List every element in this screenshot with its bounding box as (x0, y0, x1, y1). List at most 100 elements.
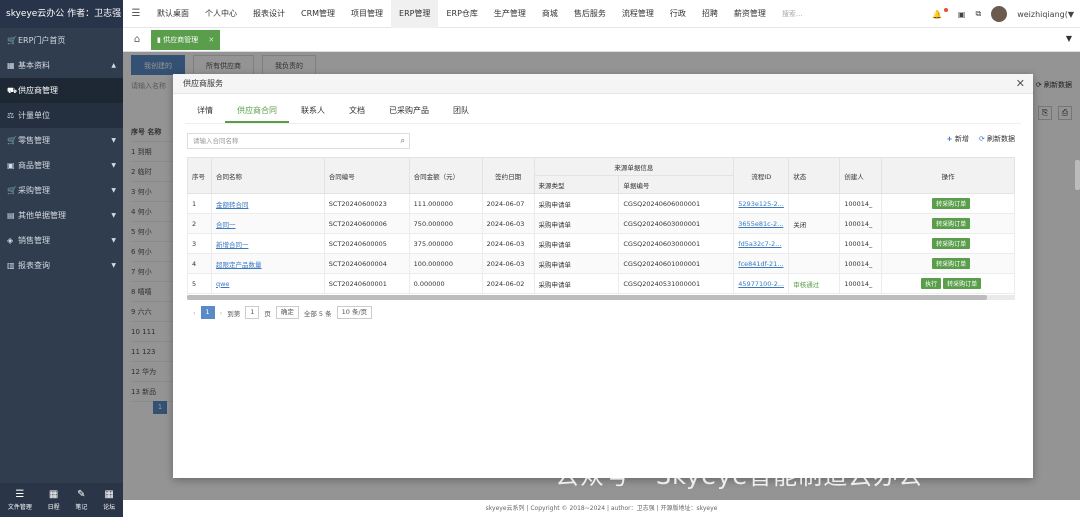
nav-item[interactable]: 个人中心 (197, 0, 245, 28)
contract-table-body: 1 金额转合同 SCT20240600023 111.000000 2024-06-07… (187, 193, 1015, 294)
sidebar-bottom-label: 笔记 (75, 504, 88, 511)
nav-item[interactable]: 生产管理 (486, 0, 534, 28)
cell-flow-id-value[interactable]: 3655e81c-2... (738, 220, 783, 228)
tab-supplier-management[interactable]: ▮ 供应商管理 ✕ (151, 29, 221, 50)
username[interactable]: weizhiqiang(▼ (1017, 10, 1074, 19)
row-action-button[interactable]: 执行 (921, 278, 942, 289)
modal-header: 供应商服务 ✕ (173, 74, 1033, 94)
total-count: 全部 5 条 (303, 309, 332, 318)
search-icon[interactable]: ⌕ (401, 134, 405, 148)
prev-page-icon[interactable]: ‹ (193, 309, 196, 317)
nav-item[interactable]: 报表设计 (245, 0, 293, 28)
cell-source-no: CGSQ20240601000001 (618, 253, 735, 274)
cell-flow-id-value[interactable]: fce841df-21... (738, 260, 783, 268)
row-action-button[interactable]: 转采购订单 (932, 238, 971, 249)
row-action-button[interactable]: 转采购订单 (932, 258, 971, 269)
cell-flow-id-value[interactable]: 45977100-2... (738, 280, 784, 288)
page-scrollbar[interactable] (1075, 160, 1080, 190)
sidebar-item[interactable]: ◈ 销售管理 ▼ (0, 228, 123, 253)
sidebar-item-label: ERP门户首页 (18, 36, 66, 45)
window-icon[interactable]: ⧉ (975, 9, 981, 19)
forum-icon: ▦ (104, 489, 114, 500)
nav-search-input[interactable]: 搜索... (782, 9, 862, 19)
sidebar-item[interactable]: ▤ 其他单据管理 ▼ (0, 203, 123, 228)
sidebar-bottom-button[interactable]: ▦ 论坛 (103, 489, 115, 511)
nav-item[interactable]: 商城 (534, 0, 566, 28)
nav-item[interactable]: 行政 (662, 0, 694, 28)
refresh-button[interactable]: ⟳ 刷新数据 (979, 134, 1015, 144)
goto-confirm-button[interactable]: 确定 (275, 306, 299, 319)
sidebar-item[interactable]: ▦ 基本资料 ▲ (0, 53, 123, 78)
nav-right-tools: 🔔 ▣ ⧉ weizhiqiang(▼ (932, 0, 1074, 28)
modal-tab[interactable]: 联系人 (289, 98, 337, 123)
modal-tab[interactable]: 文档 (337, 98, 377, 123)
truck-icon: ⛟ (7, 86, 18, 95)
add-button[interactable]: + 新增 (947, 134, 969, 144)
nav-item[interactable]: 招聘 (694, 0, 726, 28)
menu-toggle-icon[interactable]: ☰ (123, 8, 149, 19)
row-action-button[interactable]: 转采购订单 (932, 198, 971, 209)
cell-source-type: 采购申请单 (533, 213, 620, 234)
nav-item[interactable]: 售后服务 (566, 0, 614, 28)
sidebar-item[interactable]: ⚖ 计量单位 (0, 103, 123, 128)
cell-amount-value: 0.000000 (413, 279, 445, 288)
table-row: 4 超限定产品数量 SCT20240600004 100.000000 2024-06-… (187, 253, 1015, 274)
sidebar-item[interactable]: 🛒 零售管理 ▼ (0, 128, 123, 153)
table-h-scrollbar[interactable] (187, 295, 1015, 300)
sidebar-item[interactable]: ▥ 报表查询 ▼ (0, 253, 123, 278)
contract-search-input[interactable]: 请输入合同名称 ⌕ (187, 133, 410, 149)
cell-source-no-value: CGSQ20240601000001 (623, 259, 701, 268)
cell-status: 关闭 (788, 213, 841, 234)
nav-item[interactable]: CRM管理 (293, 0, 343, 28)
row-action-button[interactable]: 转采购订单 (943, 278, 982, 289)
current-page[interactable]: 1 (200, 306, 215, 319)
goto-page-input[interactable]: 1 (245, 306, 260, 319)
cell-source-no: CGSQ20240531000001 (618, 273, 735, 294)
cell-name-value[interactable]: 新增合同一 (216, 241, 249, 249)
cell-flow-id-value[interactable]: fd5a32c7-2... (738, 240, 781, 248)
cell-flow-id: 3655e81c-2... (733, 213, 790, 234)
sidebar-bottom-button[interactable]: ✎ 笔记 (75, 489, 87, 511)
modal-tab[interactable]: 团队 (441, 98, 481, 123)
cell-creator-value: 100014_ (844, 259, 873, 268)
cell-name-value[interactable]: 金额转合同 (216, 201, 249, 209)
cart-icon: 🛒 (7, 136, 17, 145)
cell-name-value[interactable]: 合同一 (216, 221, 236, 229)
cart-icon: 🛒 (7, 186, 17, 195)
screen-icon[interactable]: ▣ (958, 10, 966, 19)
cell-name-value[interactable]: 超限定产品数量 (216, 261, 262, 269)
modal-tab[interactable]: 详情 (185, 98, 225, 123)
close-icon[interactable]: ✕ (208, 36, 214, 44)
nav-item[interactable]: ERP仓库 (438, 0, 485, 28)
sidebar-bottom-button[interactable]: ☰ 文件管理 (8, 489, 32, 511)
next-page-icon[interactable]: › (220, 309, 223, 317)
nav-item[interactable]: 流程管理 (614, 0, 662, 28)
bell-icon[interactable]: 🔔 (932, 10, 942, 19)
nav-item[interactable]: 默认桌面 (149, 0, 197, 28)
close-icon[interactable]: ✕ (1016, 74, 1025, 94)
sidebar-item-label: 其他单据管理 (18, 211, 66, 220)
home-icon[interactable]: ⌂ (123, 34, 151, 45)
col-header-date: 签约日期 (481, 157, 535, 194)
sidebar-item[interactable]: ▣ 商品管理 ▼ (0, 153, 123, 178)
sidebar-item[interactable]: 🛒 采购管理 ▼ (0, 178, 123, 203)
row-action-button[interactable]: 转采购订单 (932, 218, 971, 229)
avatar[interactable] (991, 6, 1008, 22)
per-page-select[interactable]: 10 条/页 (336, 306, 373, 319)
cell-name-value[interactable]: qwe (216, 280, 229, 288)
sidebar-bottom-label: 文件管理 (7, 504, 32, 511)
nav-item[interactable]: 薪资管理 (726, 0, 774, 28)
modal-tab[interactable]: 已采购产品 (377, 98, 441, 123)
nav-item[interactable]: 项目管理 (343, 0, 391, 28)
sidebar-bottom-button[interactable]: ▦ 日程 (48, 489, 60, 511)
table-row: 5 qwe SCT20240600001 0.000000 2024-06-02 采购申请… (187, 273, 1015, 294)
cell-flow-id-value[interactable]: 5293e125-2... (738, 200, 784, 208)
page-tab-bar: ⌂ ▮ 供应商管理 ✕ ▼ (123, 28, 1080, 52)
scrollbar-thumb[interactable] (187, 295, 987, 300)
caret-down-icon[interactable]: ▼ (1066, 34, 1072, 43)
sidebar-item[interactable]: ⛟ 供应商管理 (0, 78, 123, 103)
nav-item[interactable]: ERP管理 (391, 0, 439, 28)
sidebar-item[interactable]: 🛒 ERP门户首页 (0, 28, 123, 53)
cell-creator: 100014_ (839, 233, 883, 254)
modal-tab[interactable]: 供应商合同 (225, 98, 289, 123)
